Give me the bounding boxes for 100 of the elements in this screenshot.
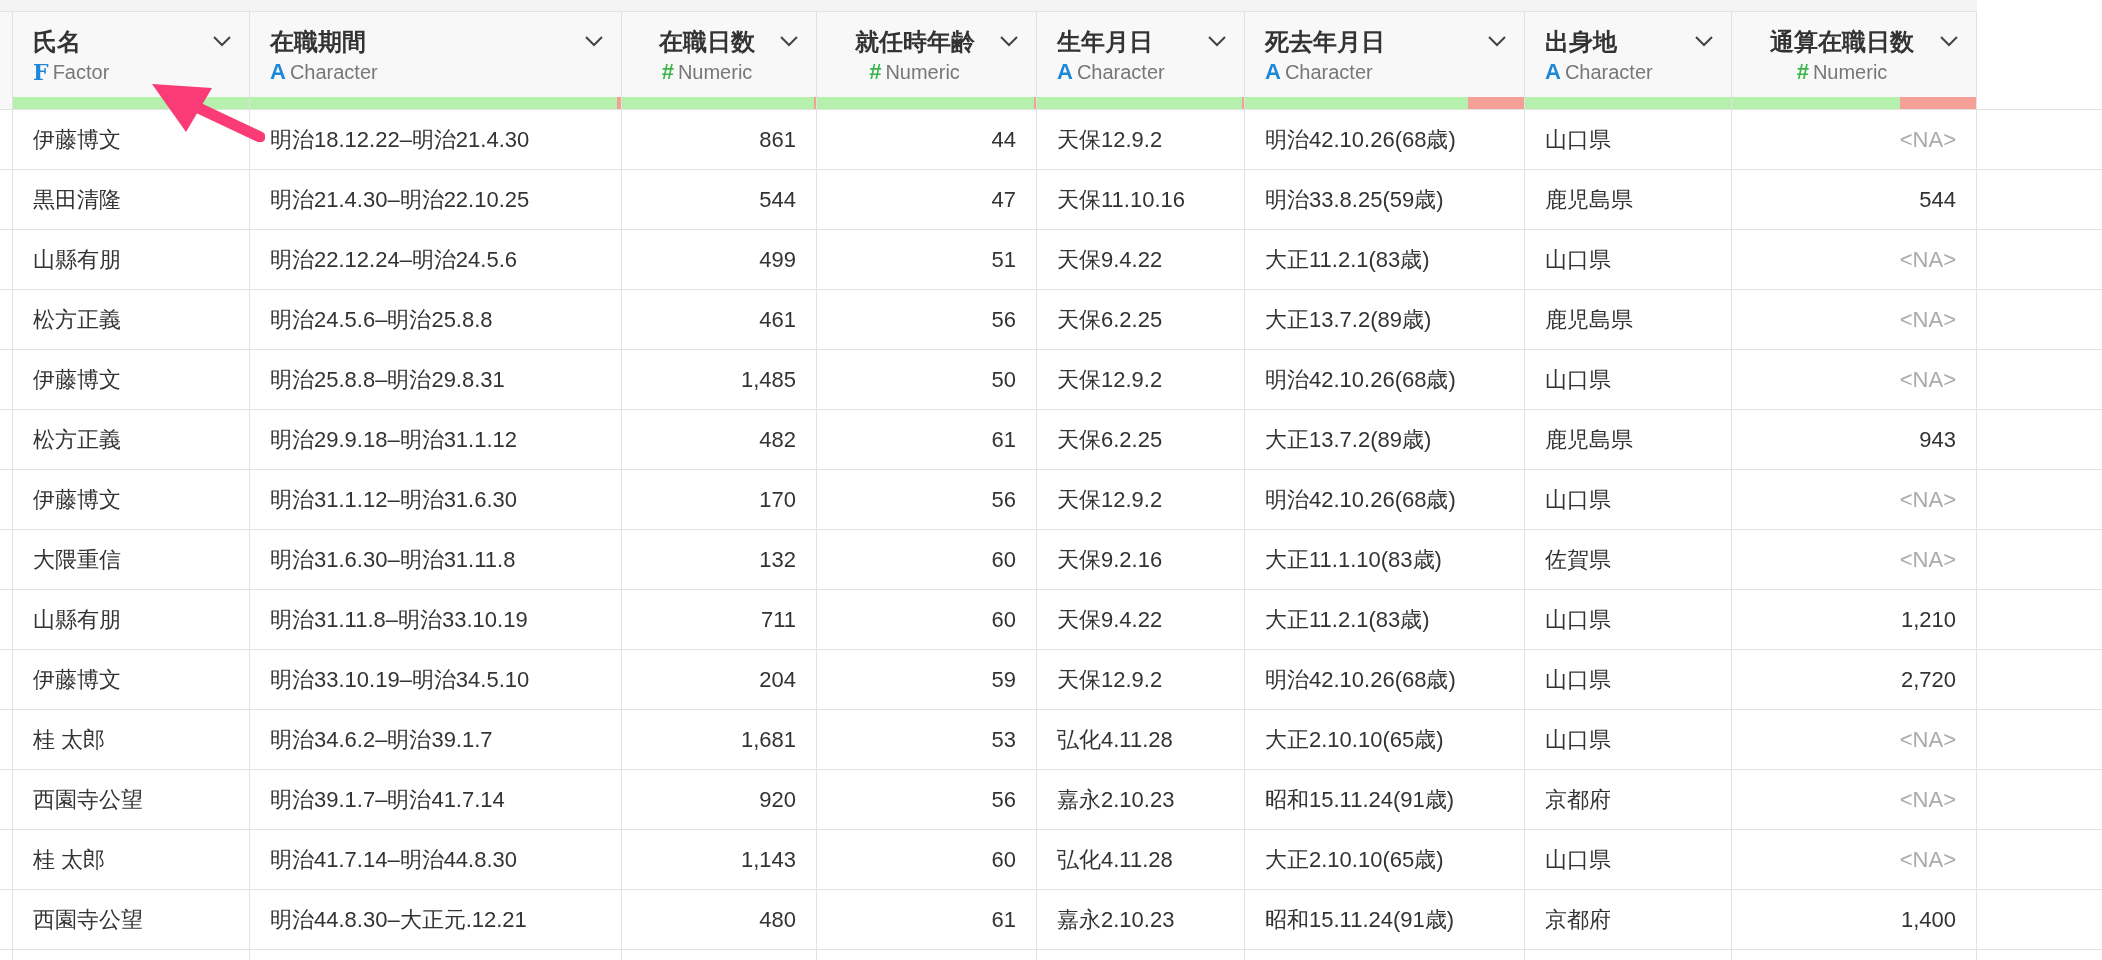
table-cell-text: 弘化4.11.28 [1057, 846, 1173, 874]
table-cell-text: 天保9.4.22 [1057, 246, 1163, 274]
column-type-icon: A [1545, 60, 1561, 83]
table-cell-text: 1,400 [1900, 906, 1956, 934]
table-cell-text: 51 [991, 246, 1016, 274]
column-type: Numeric [885, 61, 960, 82]
column-type-icon: F [33, 60, 49, 83]
table-cell-text: 山口県 [1545, 846, 1611, 874]
table-cell-text: <NA> [1899, 246, 1956, 274]
table-cell-text: 天保12.9.2 [1057, 126, 1163, 154]
table-cell-text: 天保12.9.2 [1057, 666, 1163, 694]
table-cell-text: <NA> [1899, 846, 1956, 874]
table-cell-text: 56 [991, 306, 1016, 334]
table-cell-text: 明治33.8.25(59歳) [1265, 186, 1444, 214]
table-cell-text: 天保6.2.25 [1057, 306, 1163, 334]
table-cell-text: <NA> [1899, 126, 1956, 154]
table-cell-text: 480 [759, 906, 796, 934]
table-cell-text: 弘化4.11.28 [1057, 726, 1173, 754]
column-title: 在職期間 [270, 26, 366, 57]
table-cell-text: 大正13.7.2(89歳) [1265, 426, 1432, 454]
table-cell-text: 鹿児島県 [1545, 426, 1633, 454]
table-cell-text: 明治29.9.18–明治31.1.12 [270, 426, 518, 454]
table-cell-text: 56 [991, 486, 1016, 514]
column-title: 氏名 [33, 26, 81, 57]
table-cell-text: 60 [991, 846, 1016, 874]
table-cell-text: 59 [991, 666, 1016, 694]
column-type-icon: # [661, 60, 674, 83]
chevron-down-icon[interactable] [585, 36, 603, 47]
chevron-down-icon[interactable] [213, 36, 231, 47]
table-cell-text: 461 [759, 306, 796, 334]
table-cell-text: 山口県 [1545, 726, 1611, 754]
table-cell-text: 大正11.2.1(83歳) [1265, 606, 1430, 634]
column-title: 生年月日 [1057, 26, 1153, 57]
table-cell-text: 伊藤博文 [33, 486, 121, 514]
table-cell-text: 2,720 [1900, 666, 1956, 694]
table-cell-text: 861 [759, 126, 796, 154]
table-cell-text: 明治25.8.8–明治29.8.31 [270, 366, 505, 394]
table-cell-text: 天保12.9.2 [1057, 366, 1163, 394]
chevron-down-icon[interactable] [1695, 36, 1713, 47]
table-cell-text: 61 [991, 426, 1016, 454]
table-cell-text: 1,681 [740, 726, 796, 754]
table-cell-text: <NA> [1899, 366, 1956, 394]
table-cell-text: 920 [759, 786, 796, 814]
table-cell-text: 大正2.10.10(65歳) [1265, 846, 1444, 874]
table-cell-text: 昭和15.11.24(91歳) [1265, 906, 1455, 934]
chevron-down-icon[interactable] [1000, 36, 1018, 47]
chevron-down-icon[interactable] [1940, 36, 1958, 47]
chevron-down-icon[interactable] [1208, 36, 1226, 47]
table-cell-text: 明治42.10.26(68歳) [1265, 366, 1456, 394]
table-cell-text: 711 [760, 606, 796, 634]
table-cell-text: 伊藤博文 [33, 366, 121, 394]
table-cell-text: 西園寺公望 [33, 906, 143, 934]
table-cell-text: 山縣有朋 [33, 606, 121, 634]
table-cell-text: 明治42.10.26(68歳) [1265, 126, 1456, 154]
table-cell-text: 西園寺公望 [33, 786, 143, 814]
table-cell-text: 天保12.9.2 [1057, 486, 1163, 514]
column-type: Character [1284, 61, 1373, 82]
table-cell-text: 天保9.4.22 [1057, 606, 1163, 634]
table-cell-text: 山口県 [1545, 666, 1611, 694]
table-cell-text: 山口県 [1545, 246, 1611, 274]
table-cell-text: <NA> [1899, 786, 1956, 814]
column-title: 在職日数 [659, 26, 755, 57]
table-cell-text: 204 [759, 666, 796, 694]
table-cell-text: 明治21.4.30–明治22.10.25 [270, 186, 530, 214]
column-type-icon: # [869, 60, 882, 83]
table-cell-text: 鹿児島県 [1545, 186, 1633, 214]
column-type-icon: # [1796, 60, 1809, 83]
table-cell-text: 桂 太郎 [33, 726, 106, 754]
table-cell-text: 明治31.1.12–明治31.6.30 [270, 486, 518, 514]
table-cell-text: 大正11.2.1(83歳) [1265, 246, 1430, 274]
table-cell-text: 昭和15.11.24(91歳) [1265, 786, 1455, 814]
table-cell-text: 嘉永2.10.23 [1057, 906, 1175, 934]
chevron-down-icon[interactable] [780, 36, 798, 47]
table-cell-text: 黒田清隆 [33, 186, 121, 214]
table-cell-text: 53 [991, 726, 1016, 754]
table-cell-text: 1,210 [1900, 606, 1956, 634]
table-cell-text: <NA> [1899, 306, 1956, 334]
column-type-icon: A [1057, 60, 1073, 83]
table-cell-text: 伊藤博文 [33, 666, 121, 694]
table-cell-text: 明治42.10.26(68歳) [1265, 486, 1456, 514]
table-cell-text: 499 [759, 246, 796, 274]
table-cell-text: 56 [991, 786, 1016, 814]
table-cell-text: 943 [1919, 426, 1956, 454]
table-cell-text: 明治31.11.8–明治33.10.19 [270, 606, 528, 634]
table-cell-text: 544 [759, 186, 796, 214]
table-cell-text: 山口県 [1545, 126, 1611, 154]
table-cell-text: 47 [991, 186, 1016, 214]
table-cell-text: 大正13.7.2(89歳) [1265, 306, 1432, 334]
table-cell-text: 桂 太郎 [33, 846, 106, 874]
table-cell-text: 44 [991, 126, 1016, 154]
table-cell-text: 鹿児島県 [1545, 306, 1633, 334]
chevron-down-icon[interactable] [1488, 36, 1506, 47]
table-cell-text: 61 [991, 906, 1016, 934]
table-cell-text: 明治31.6.30–明治31.11.8 [270, 546, 516, 574]
table-cell-text: 松方正義 [33, 306, 121, 334]
column-type-icon: A [1265, 60, 1281, 83]
table-cell-text: 大正2.10.10(65歳) [1265, 726, 1444, 754]
table-cell-text: 嘉永2.10.23 [1057, 786, 1175, 814]
table-cell-text: <NA> [1899, 546, 1956, 574]
column-title: 死去年月日 [1265, 26, 1385, 57]
